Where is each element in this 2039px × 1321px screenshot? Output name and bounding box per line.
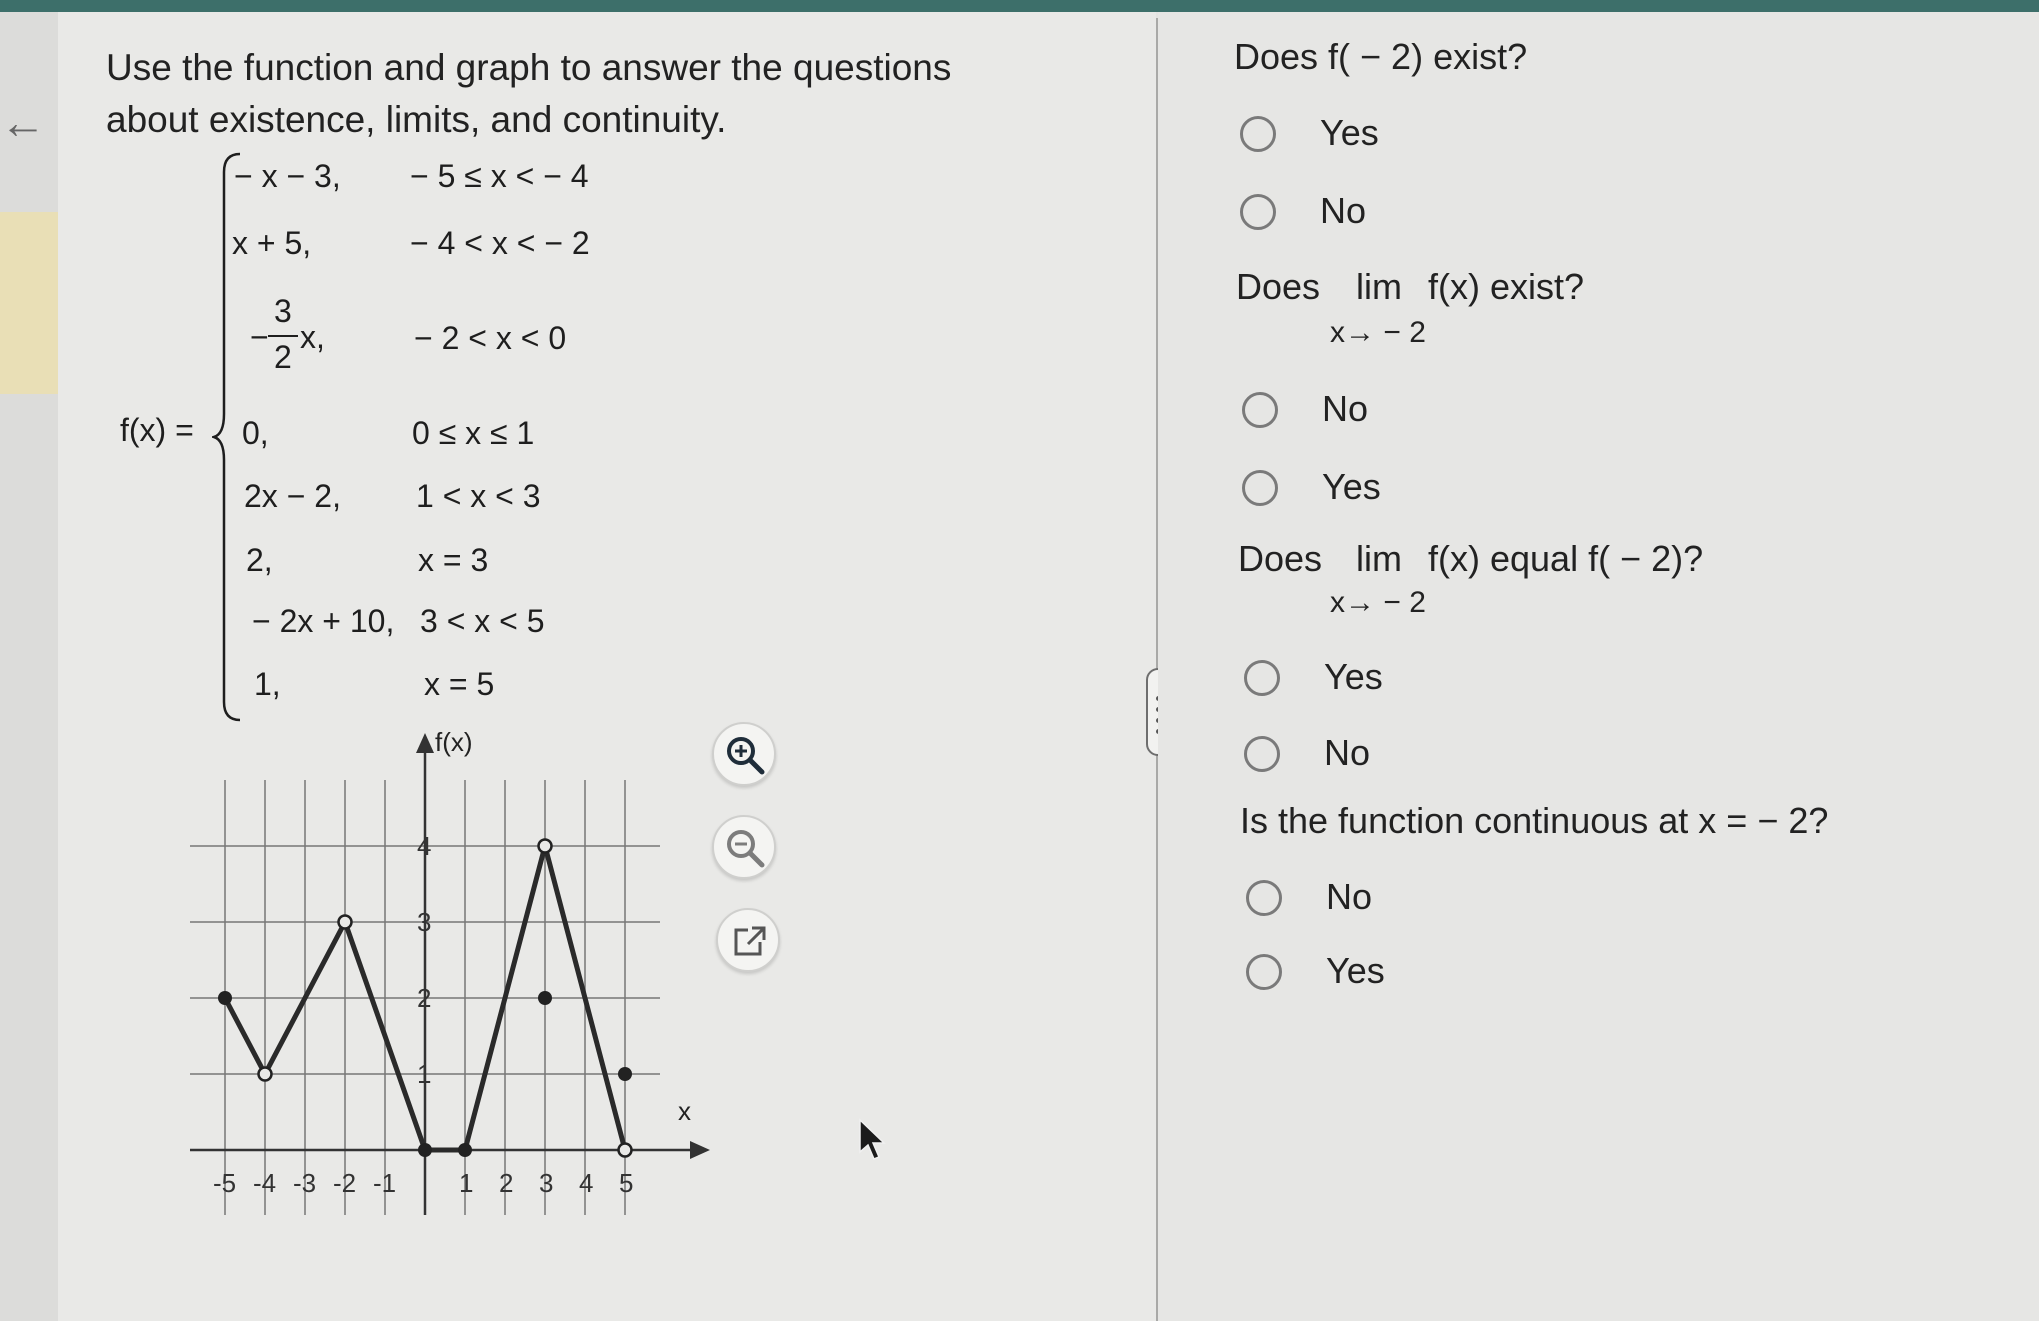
y-tick-label: 4 <box>417 831 431 861</box>
fraction-numerator: 3 <box>274 293 292 329</box>
answer-panel <box>1158 12 2039 1321</box>
radio-button[interactable] <box>1246 880 1282 916</box>
x-tick-label: 5 <box>619 1168 633 1198</box>
open-point <box>337 914 353 930</box>
y-tick-label: 1 <box>417 1059 431 1089</box>
external-link-icon <box>734 926 766 956</box>
case-expression: − x − 3, <box>234 158 341 194</box>
closed-point <box>418 1143 432 1157</box>
zoom-out-icon <box>727 830 765 868</box>
option-label: Yes <box>1326 950 1385 991</box>
back-arrow-icon[interactable]: ← <box>0 97 46 147</box>
question-1-text: Does f( − 2) exist? <box>1234 36 1528 77</box>
case-condition: x = 3 <box>418 542 489 578</box>
question-3-lim: lim <box>1356 538 1402 579</box>
x-tick-label: -2 <box>333 1168 356 1198</box>
radio-button[interactable] <box>1244 660 1280 696</box>
closed-point <box>458 1143 472 1157</box>
option-label: Yes <box>1320 112 1379 153</box>
option-label: No <box>1322 388 1369 429</box>
option-label: No <box>1326 876 1373 917</box>
option-label: No <box>1324 732 1371 773</box>
y-tick-label: 2 <box>417 983 431 1013</box>
fraction-sign: − <box>250 319 269 355</box>
x-tick-label: 1 <box>459 1168 473 1198</box>
function-label: f(x) = <box>120 412 194 448</box>
open-point <box>617 1142 633 1158</box>
closed-point <box>218 991 232 1005</box>
case-condition: 3 < x < 5 <box>420 603 545 639</box>
question-3-suffix: f(x) equal f( − 2)? <box>1428 538 1704 579</box>
fraction-bar <box>268 335 298 337</box>
question-3-prefix: Does <box>1238 538 1323 579</box>
top-accent-bar <box>0 0 2039 12</box>
question-2-lim: lim <box>1356 266 1402 307</box>
question-3-limit-subscript: x→ − 2 <box>1330 586 1426 619</box>
radio-button[interactable] <box>1242 392 1278 428</box>
x-tick-label: -3 <box>293 1168 316 1198</box>
closed-point <box>538 991 552 1005</box>
case-condition: x = 5 <box>424 666 495 702</box>
instructions-text: Use the function and graph to answer the… <box>106 47 952 140</box>
question-2-suffix: f(x) exist? <box>1428 266 1585 307</box>
zoom-in-button[interactable] <box>712 722 776 786</box>
function-graph: f(x)x-5 -4 -3 -2 -1 1 2 3 4 51234 <box>190 727 710 1215</box>
left-sidebar-strip: ← <box>0 12 58 1321</box>
zoom-out-button[interactable] <box>712 815 776 879</box>
radio-button[interactable] <box>1242 470 1278 506</box>
case-expression: 2, <box>246 542 273 578</box>
x-tick-label: -1 <box>373 1168 396 1198</box>
question-2-limit-subscript: x→ − 2 <box>1330 316 1426 349</box>
fraction-denominator: 2 <box>274 339 292 375</box>
case-expression: − 2x + 10, <box>252 603 395 639</box>
radio-button[interactable] <box>1240 194 1276 230</box>
x-axis-arrow <box>690 1141 710 1159</box>
mouse-cursor-icon <box>859 1118 886 1160</box>
open-point <box>257 1066 273 1082</box>
graph-segment <box>222 995 268 1077</box>
case-expression: 2x − 2, <box>244 478 341 514</box>
option-label: Yes <box>1324 656 1383 697</box>
x-tick-label: 4 <box>579 1168 593 1198</box>
case-condition: − 4 < x < − 2 <box>410 225 590 261</box>
case-condition: 0 ≤ x ≤ 1 <box>412 415 535 451</box>
y-tick-label: 3 <box>417 907 431 937</box>
external-link-button[interactable] <box>716 908 780 972</box>
x-tick-label: 2 <box>499 1168 513 1198</box>
x-tick-label: -4 <box>253 1168 276 1198</box>
option-label: Yes <box>1322 466 1381 507</box>
question-4-text: Is the function continuous at x = − 2? <box>1240 800 1829 841</box>
y-axis-arrow <box>416 733 434 753</box>
y-axis-label: f(x) <box>435 727 473 757</box>
option-label: No <box>1320 190 1367 231</box>
case-expression: 1, <box>254 666 281 702</box>
zoom-in-icon <box>727 737 765 775</box>
case-condition: 1 < x < 3 <box>416 478 541 514</box>
case-expression: x + 5, <box>232 225 312 261</box>
x-axis-label: x <box>678 1096 691 1126</box>
x-tick-label: 3 <box>539 1168 553 1198</box>
case-expression: 0, <box>242 415 269 451</box>
question-2-prefix: Does <box>1236 266 1321 307</box>
radio-button[interactable] <box>1246 954 1282 990</box>
case-condition: − 2 < x < 0 <box>414 320 567 356</box>
case-condition: − 5 ≤ x < − 4 <box>410 158 589 194</box>
radio-button[interactable] <box>1240 116 1276 152</box>
radio-button[interactable] <box>1244 736 1280 772</box>
x-tick-label: -5 <box>213 1168 236 1198</box>
open-point <box>537 838 553 854</box>
closed-point <box>618 1067 632 1081</box>
case-expression: x, <box>300 319 325 355</box>
